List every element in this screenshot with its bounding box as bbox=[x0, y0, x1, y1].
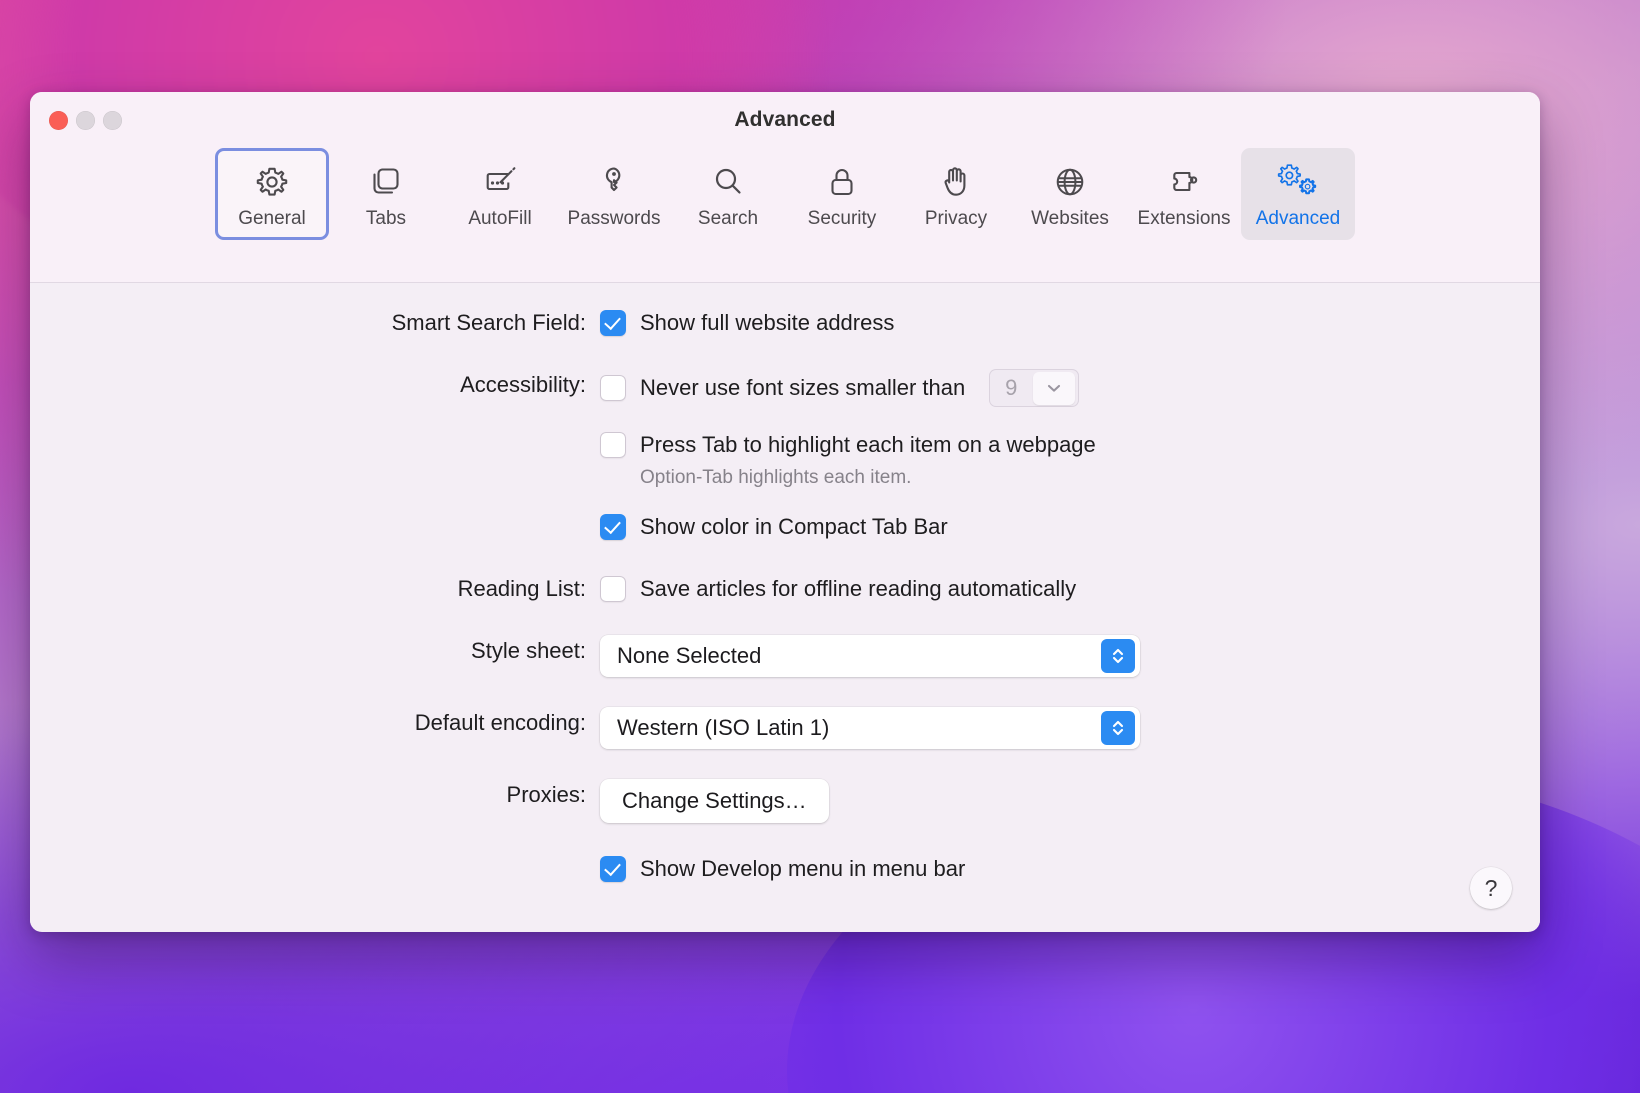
tab-autofill[interactable]: AutoFill bbox=[443, 148, 557, 240]
checkbox-show-full-website-address[interactable] bbox=[600, 310, 626, 336]
puzzle-icon bbox=[1164, 161, 1204, 203]
checkbox-press-tab-to-highlight-label: Press Tab to highlight each item on a we… bbox=[640, 432, 1096, 457]
checkbox-press-tab-to-highlight[interactable] bbox=[600, 432, 626, 458]
desktop-wallpaper: Advanced General Tabs AutoFill Passwords… bbox=[0, 0, 1640, 1093]
gear-icon bbox=[252, 161, 292, 203]
style-sheet-label: Style sheet: bbox=[471, 638, 586, 663]
accessibility-label: Accessibility: bbox=[460, 372, 586, 397]
row-style-sheet: Style sheet: None Selected bbox=[30, 635, 1540, 677]
tab-advanced[interactable]: Advanced bbox=[1241, 148, 1355, 240]
tabs-icon bbox=[366, 161, 406, 203]
press-tab-hint: Option-Tab highlights each item. bbox=[640, 467, 912, 488]
tab-websites-label: Websites bbox=[1031, 207, 1109, 229]
tab-websites[interactable]: Websites bbox=[1013, 148, 1127, 240]
tab-privacy-label: Privacy bbox=[924, 207, 988, 229]
change-settings-button[interactable]: Change Settings… bbox=[600, 779, 829, 823]
min-font-size-value: 9 bbox=[1005, 375, 1018, 400]
hand-icon bbox=[936, 161, 976, 203]
key-icon bbox=[594, 161, 634, 203]
tab-extensions-label: Extensions bbox=[1137, 207, 1231, 229]
tab-general[interactable]: General bbox=[215, 148, 329, 240]
style-sheet-popup-button[interactable]: None Selected bbox=[600, 635, 1140, 677]
row-accessibility: Accessibility: Never use font sizes smal… bbox=[30, 369, 1540, 543]
default-encoding-label: Default encoding: bbox=[414, 710, 586, 735]
row-proxies: Proxies: Change Settings… bbox=[30, 779, 1540, 823]
tab-general-label: General bbox=[238, 207, 306, 229]
tab-tabs[interactable]: Tabs bbox=[329, 148, 443, 240]
tab-search-label: Search bbox=[697, 207, 759, 229]
tab-passwords[interactable]: Passwords bbox=[557, 148, 671, 240]
default-encoding-popup-button[interactable]: Western (ISO Latin 1) bbox=[600, 707, 1140, 749]
chevron-up-down-icon bbox=[1101, 711, 1135, 745]
double-gear-icon bbox=[1276, 161, 1320, 203]
proxies-label: Proxies: bbox=[506, 782, 586, 807]
checkbox-never-use-font-sizes-smaller-than-label: Never use font sizes smaller than bbox=[640, 375, 966, 400]
row-develop-menu: Show Develop menu in menu bar bbox=[30, 853, 1540, 885]
checkbox-never-use-font-sizes-smaller-than[interactable] bbox=[600, 375, 626, 401]
tab-search[interactable]: Search bbox=[671, 148, 785, 240]
tab-advanced-label: Advanced bbox=[1255, 207, 1341, 229]
smart-search-field-label: Smart Search Field: bbox=[391, 310, 586, 335]
tab-privacy[interactable]: Privacy bbox=[899, 148, 1013, 240]
row-smart-search-field: Smart Search Field: Show full website ad… bbox=[30, 307, 1540, 339]
preferences-toolbar: General Tabs AutoFill Passwords Search S… bbox=[30, 148, 1540, 283]
checkbox-show-develop-menu[interactable] bbox=[600, 856, 626, 882]
magnifier-icon bbox=[708, 161, 748, 203]
reading-list-label: Reading List: bbox=[457, 576, 586, 601]
checkbox-save-articles-offline[interactable] bbox=[600, 576, 626, 602]
window-titlebar: Advanced bbox=[30, 92, 1540, 148]
tab-tabs-label: Tabs bbox=[365, 207, 407, 229]
checkbox-show-develop-menu-label: Show Develop menu in menu bar bbox=[640, 856, 966, 881]
tab-security[interactable]: Security bbox=[785, 148, 899, 240]
default-encoding-value: Western (ISO Latin 1) bbox=[617, 715, 830, 740]
style-sheet-value: None Selected bbox=[617, 643, 762, 668]
chevron-down-icon[interactable] bbox=[1033, 371, 1076, 405]
checkbox-show-color-in-compact-tab-bar-label: Show color in Compact Tab Bar bbox=[640, 514, 948, 539]
min-font-size-combo[interactable]: 9 bbox=[989, 369, 1080, 407]
advanced-settings-pane: Smart Search Field: Show full website ad… bbox=[30, 283, 1540, 931]
tab-passwords-label: Passwords bbox=[567, 207, 661, 229]
globe-icon bbox=[1050, 161, 1090, 203]
safari-preferences-window: Advanced General Tabs AutoFill Passwords… bbox=[30, 92, 1540, 932]
row-reading-list: Reading List: Save articles for offline … bbox=[30, 573, 1540, 605]
autofill-icon bbox=[480, 161, 520, 203]
checkbox-show-color-in-compact-tab-bar[interactable] bbox=[600, 514, 626, 540]
tab-security-label: Security bbox=[807, 207, 877, 229]
lock-icon bbox=[822, 161, 862, 203]
tab-autofill-label: AutoFill bbox=[468, 207, 532, 229]
help-button[interactable]: ? bbox=[1470, 867, 1512, 909]
window-title: Advanced bbox=[734, 108, 836, 131]
row-default-encoding: Default encoding: Western (ISO Latin 1) bbox=[30, 707, 1540, 749]
checkbox-show-full-website-address-label: Show full website address bbox=[640, 310, 895, 335]
checkbox-save-articles-offline-label: Save articles for offline reading automa… bbox=[640, 576, 1077, 601]
tab-extensions[interactable]: Extensions bbox=[1127, 148, 1241, 240]
chevron-up-down-icon bbox=[1101, 639, 1135, 673]
